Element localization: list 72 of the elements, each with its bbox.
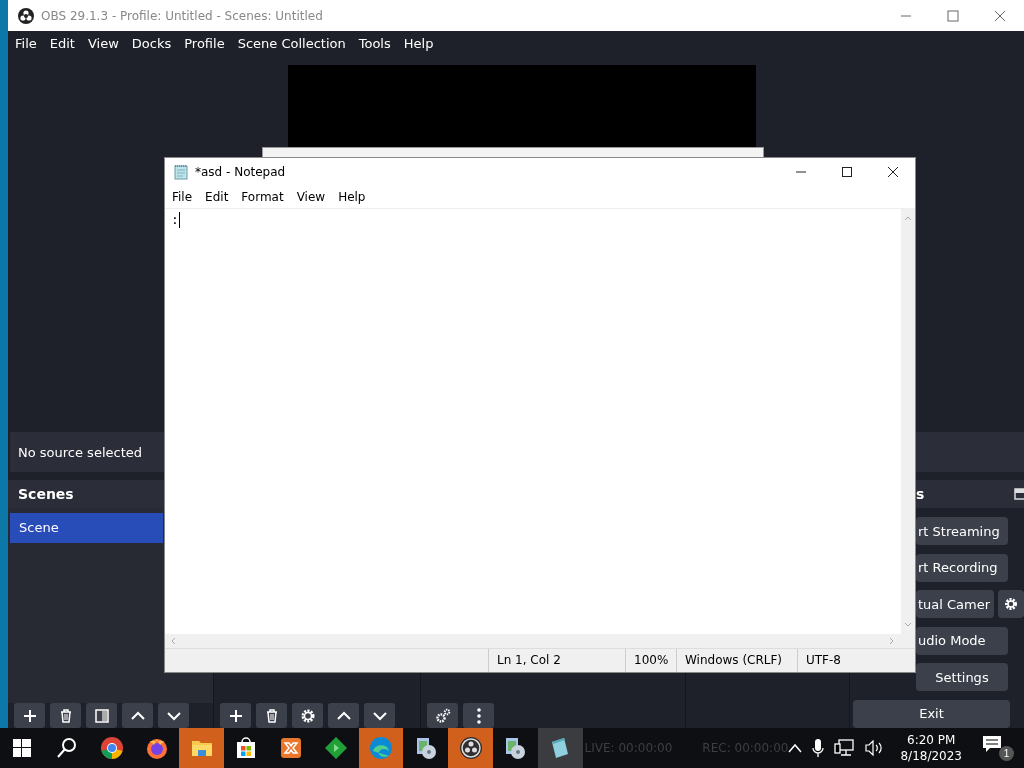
- maximize-icon[interactable]: [841, 166, 853, 178]
- control-button[interactable]: Exit: [853, 699, 1010, 728]
- server-app-icon: [279, 736, 304, 760]
- menu-item[interactable]: File: [172, 190, 193, 204]
- microphone-icon[interactable]: [812, 738, 825, 758]
- chevron-down-button[interactable]: [364, 703, 395, 728]
- status-text: Windows (CRLF): [676, 649, 797, 672]
- settings-button[interactable]: [998, 590, 1024, 619]
- status-text: Ln 1, Col 2: [488, 649, 625, 672]
- undock-icon[interactable]: [1014, 488, 1024, 500]
- settings-icon: [1003, 596, 1019, 613]
- app-logo-icon: [18, 7, 34, 24]
- control-button[interactable]: rt Streaming: [916, 517, 1008, 545]
- network-icon[interactable]: [834, 739, 855, 757]
- browser-icon: [100, 736, 125, 760]
- text-area[interactable]: :: [165, 209, 901, 634]
- control-button[interactable]: rt Recording: [916, 553, 1008, 582]
- control-button[interactable]: udio Mode: [916, 626, 1008, 655]
- gears-icon: [433, 706, 452, 725]
- status-text: 100%: [625, 649, 676, 672]
- add-button[interactable]: [14, 703, 45, 728]
- menu-item[interactable]: Help: [403, 36, 434, 51]
- chevron-up-button[interactable]: [122, 703, 153, 728]
- text-cursor: [178, 212, 180, 228]
- menu-item[interactable]: View: [87, 36, 119, 51]
- menu-item[interactable]: Edit: [205, 190, 229, 204]
- control-button[interactable]: tual Camer: [916, 590, 994, 619]
- menu-item[interactable]: Profile: [184, 36, 225, 51]
- volume-icon[interactable]: [864, 740, 885, 756]
- dock-title: Scenes: [18, 486, 74, 502]
- scene-item[interactable]: Scene: [10, 513, 163, 543]
- close-icon[interactable]: [887, 166, 899, 178]
- window-title: OBS 29.1.3 - Profile: Untitled - Scenes: Untitled: [41, 8, 323, 23]
- dock-title: s: [916, 486, 925, 502]
- menu-item[interactable]: Format: [241, 190, 284, 204]
- chevron-up-button[interactable]: [328, 703, 359, 728]
- recorder-button[interactable]: [448, 728, 493, 768]
- menu-item[interactable]: View: [296, 190, 326, 204]
- recorder-icon: [458, 736, 483, 760]
- menu-item[interactable]: File: [15, 36, 37, 51]
- menu-item[interactable]: Help: [338, 190, 366, 204]
- notification-count: 1: [999, 746, 1014, 761]
- settings-button[interactable]: [292, 703, 323, 728]
- diamond-icon: [324, 736, 349, 760]
- trash-button[interactable]: [256, 703, 287, 728]
- window-title: *asd - Notepad: [195, 165, 286, 179]
- status-text: UTF-8: [797, 649, 841, 672]
- menu-item[interactable]: Edit: [49, 36, 75, 51]
- trash-button[interactable]: [50, 703, 81, 728]
- clock[interactable]: 6:20 PM 8/18/2023: [894, 732, 968, 764]
- notepad-icon: [173, 164, 189, 180]
- add-button[interactable]: [220, 703, 251, 728]
- filter-button[interactable]: [86, 703, 117, 728]
- menu-item[interactable]: Scene Collection: [237, 36, 346, 51]
- status-label: No source selected: [17, 444, 142, 460]
- gears-button[interactable]: [427, 703, 458, 728]
- more-icon: [476, 706, 481, 725]
- filter-icon: [92, 706, 111, 725]
- notifications-button[interactable]: 1: [978, 735, 1014, 761]
- browser-icon: [144, 736, 169, 760]
- menu-item[interactable]: Docks: [131, 36, 172, 51]
- menu-item[interactable]: Tools: [358, 36, 391, 51]
- folder-button[interactable]: [179, 728, 225, 768]
- browser-icon: [368, 736, 393, 760]
- control-button[interactable]: Settings: [916, 663, 1008, 692]
- notepad-button[interactable]: [537, 728, 583, 768]
- browser-button[interactable]: [358, 728, 404, 768]
- installer-icon: [503, 736, 528, 760]
- document-text: :: [171, 211, 179, 228]
- more-button[interactable]: [463, 703, 494, 728]
- chevron-down-button[interactable]: [158, 703, 189, 728]
- message-icon: [982, 735, 1002, 753]
